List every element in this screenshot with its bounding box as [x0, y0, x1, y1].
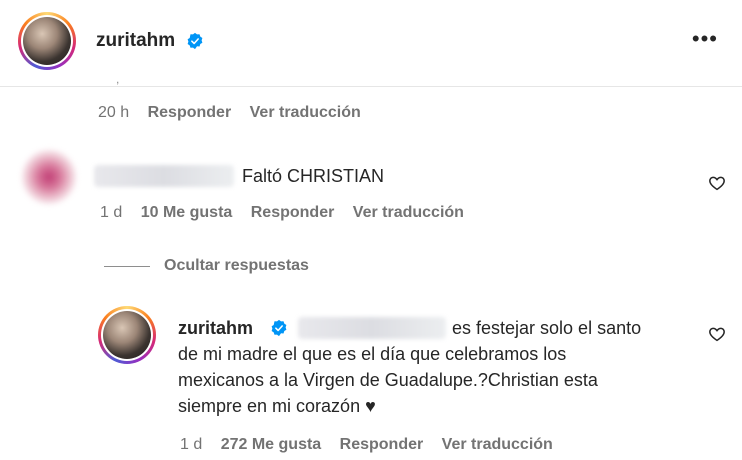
- comment-time: 20 h: [98, 104, 130, 121]
- verified-badge-icon: [188, 32, 203, 50]
- replies-divider-line: [104, 266, 150, 267]
- reply-username[interactable]: zuritahm: [178, 315, 253, 341]
- reply-text-line4: siempre en mi corazón ♥: [178, 396, 376, 416]
- hide-replies-button[interactable]: Ocultar respuestas: [164, 257, 309, 275]
- likes-count[interactable]: 10 Me gusta: [141, 204, 233, 221]
- reply-button[interactable]: Responder: [148, 104, 232, 121]
- reply-button[interactable]: Responder: [251, 204, 335, 221]
- translate-button[interactable]: Ver traducción: [353, 204, 464, 221]
- header-avatar[interactable]: [18, 12, 76, 70]
- scrolled-comment-fragment: ,: [116, 72, 120, 86]
- verified-badge-icon: [271, 319, 287, 337]
- mentioned-username-redacted[interactable]: [298, 317, 446, 339]
- comment-meta: 1 d 10 Me gusta Responder Ver traducción: [100, 204, 478, 222]
- comment-text: Faltó CHRISTIAN: [242, 166, 385, 186]
- reply-meta: 1 d 272 Me gusta Responder Ver traducció…: [180, 436, 567, 454]
- reply-text-line3: mexicanos a la Virgen de Guadalupe.?Chri…: [178, 370, 598, 390]
- like-heart-icon[interactable]: [708, 325, 726, 343]
- post-header: zuritahm •••: [0, 0, 742, 87]
- reply-button[interactable]: Responder: [340, 436, 424, 453]
- like-heart-icon[interactable]: [708, 174, 726, 192]
- reply-time: 1 d: [180, 436, 203, 453]
- translate-button[interactable]: Ver traducción: [442, 436, 553, 453]
- commenter-avatar[interactable]: [22, 150, 76, 204]
- more-options-button[interactable]: •••: [692, 28, 718, 50]
- reply-text-line1: es festejar solo el santo: [452, 318, 642, 338]
- translate-button[interactable]: Ver traducción: [250, 104, 361, 121]
- reply-text-line2: de mi madre el que es el día que celebra…: [178, 344, 567, 364]
- more-horizontal-icon: •••: [691, 26, 718, 51]
- first-comment-meta: 20 h Responder Ver traducción: [98, 104, 375, 122]
- reply-avatar[interactable]: [98, 306, 156, 364]
- comment-time: 1 d: [100, 204, 123, 221]
- likes-count[interactable]: 272 Me gusta: [221, 436, 321, 453]
- header-username[interactable]: zuritahm: [96, 30, 204, 52]
- commenter-username-redacted[interactable]: [94, 165, 234, 187]
